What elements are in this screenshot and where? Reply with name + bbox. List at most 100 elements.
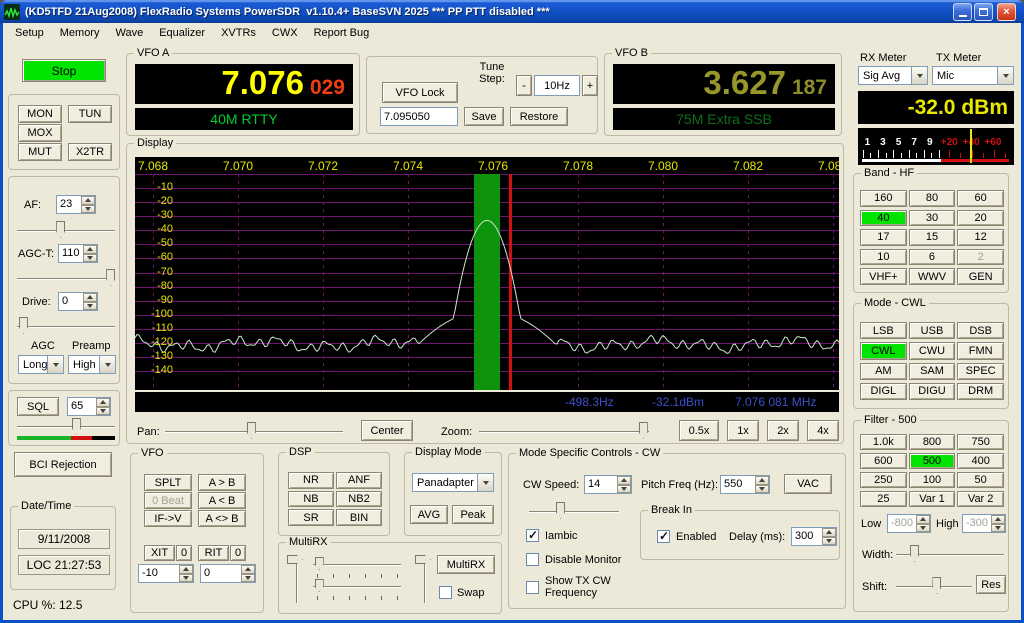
split-button[interactable]: SPLT xyxy=(144,474,192,491)
filter-50-button[interactable]: 50 xyxy=(957,472,1004,488)
agc-combo[interactable]: Long xyxy=(18,355,64,374)
multirx-pan-slider-right[interactable] xyxy=(415,555,432,603)
menu-cwx[interactable]: CWX xyxy=(264,24,306,42)
mode-sam-button[interactable]: SAM xyxy=(908,362,956,380)
band-wwv-button[interactable]: WWV xyxy=(908,268,956,285)
band-12-button[interactable]: 12 xyxy=(957,229,1004,246)
filter-shift-slider[interactable] xyxy=(896,577,972,594)
multirx-pan-slider-left[interactable] xyxy=(287,555,304,603)
pitch-freq-spinner[interactable]: 550 xyxy=(720,475,770,494)
dsp-sr-button[interactable]: SR xyxy=(288,509,334,526)
a-to-b-button[interactable]: A > B xyxy=(198,474,246,491)
mode-cwu-button[interactable]: CWU xyxy=(908,342,956,360)
dsp-anf-button[interactable]: ANF xyxy=(336,472,382,489)
band-15-button[interactable]: 15 xyxy=(908,229,956,246)
dsp-bin-button[interactable]: BIN xyxy=(336,509,382,526)
mode-fmn-button[interactable]: FMN xyxy=(957,342,1004,360)
filter-500-button[interactable]: 500 xyxy=(908,453,956,469)
spin-down-button[interactable] xyxy=(83,253,97,262)
b-to-a-button[interactable]: A < B xyxy=(198,492,246,509)
spin-up-button[interactable] xyxy=(617,476,631,485)
show-tx-cw-checkbox[interactable] xyxy=(526,581,539,594)
af-spinner[interactable]: 23 xyxy=(56,195,96,214)
zoom-05x-button[interactable]: 0.5x xyxy=(679,420,719,441)
filter-750-button[interactable]: 750 xyxy=(957,434,1004,450)
agct-slider-thumb[interactable] xyxy=(106,269,116,286)
band-40-button[interactable]: 40 xyxy=(860,209,907,227)
spin-down-button[interactable] xyxy=(241,573,255,582)
bci-rejection-button[interactable]: BCI Rejection xyxy=(14,452,112,477)
band-2-button[interactable]: 2 xyxy=(957,248,1004,266)
tx-meter-combo[interactable]: Mic xyxy=(932,66,1014,85)
mode-spec-button[interactable]: SPEC xyxy=(957,362,1004,380)
combo-arrow-icon[interactable] xyxy=(477,474,493,491)
spin-up-button[interactable] xyxy=(991,515,1005,524)
filter-250-button[interactable]: 250 xyxy=(860,472,907,488)
a-swap-b-button[interactable]: A <> B xyxy=(198,510,246,527)
vslider-thumb[interactable] xyxy=(287,555,303,564)
tune-step-down-button[interactable]: - xyxy=(516,75,532,96)
spin-down-button[interactable] xyxy=(991,523,1005,532)
band-60-button[interactable]: 60 xyxy=(957,190,1004,207)
iambic-checkbox[interactable] xyxy=(526,528,539,542)
x2tr-button[interactable]: X2TR xyxy=(68,143,112,161)
band-20-button[interactable]: 20 xyxy=(957,209,1004,227)
xit-zero-button[interactable]: 0 xyxy=(176,545,192,561)
cw-speed-slider[interactable] xyxy=(529,502,619,519)
spin-up-button[interactable] xyxy=(83,293,97,302)
band-gen-button[interactable]: GEN xyxy=(957,268,1004,285)
spin-down-button[interactable] xyxy=(81,204,95,213)
vfo-lock-button[interactable]: VFO Lock xyxy=(382,82,458,103)
mox-button[interactable]: MOX xyxy=(18,124,62,142)
zoom-2x-button[interactable]: 2x xyxy=(767,420,799,441)
xit-spinner[interactable]: -10 xyxy=(138,564,194,583)
band-vhf-button[interactable]: VHF+ xyxy=(860,268,907,285)
mon-button[interactable]: MON xyxy=(18,105,62,123)
vfo-a-frequency-display[interactable]: 7.076 029 xyxy=(135,64,353,104)
zoom-slider[interactable] xyxy=(479,422,649,439)
mode-usb-button[interactable]: USB xyxy=(908,322,956,340)
slider-thumb[interactable] xyxy=(314,579,324,592)
mut-button[interactable]: MUT xyxy=(18,143,62,161)
minimize-button[interactable] xyxy=(953,3,972,21)
band-80-button[interactable]: 80 xyxy=(908,190,956,207)
drive-slider-thumb[interactable] xyxy=(18,317,28,334)
mode-am-button[interactable]: AM xyxy=(860,362,907,380)
restore-button[interactable]: Restore xyxy=(510,107,568,126)
drive-slider[interactable] xyxy=(17,317,115,334)
spin-down-button[interactable] xyxy=(916,523,930,532)
memory-frequency-input[interactable]: 7.095050 xyxy=(380,107,458,126)
spin-up-button[interactable] xyxy=(179,565,193,574)
band-10-button[interactable]: 10 xyxy=(860,248,907,266)
drive-spinner[interactable]: 0 xyxy=(58,292,98,311)
multirx-button[interactable]: MultiRX xyxy=(437,555,495,574)
zoom-1x-button[interactable]: 1x xyxy=(727,420,759,441)
dsp-nb2-button[interactable]: NB2 xyxy=(336,490,382,508)
cw-speed-spinner[interactable]: 14 xyxy=(584,475,632,494)
spin-down-button[interactable] xyxy=(617,484,631,493)
spin-down-button[interactable] xyxy=(83,301,97,310)
zoom-4x-button[interactable]: 4x xyxy=(807,420,839,441)
filter-low-spinner[interactable]: -800 xyxy=(887,514,931,533)
menu-wave[interactable]: Wave xyxy=(107,24,151,42)
band-160-button[interactable]: 160 xyxy=(860,190,907,207)
combo-arrow-icon[interactable] xyxy=(911,67,927,84)
spin-up-button[interactable] xyxy=(822,528,836,537)
display-mode-combo[interactable]: Panadapter xyxy=(412,473,494,492)
sql-spinner[interactable]: 65 xyxy=(67,397,111,416)
vslider-thumb[interactable] xyxy=(415,555,431,564)
cw-speed-slider-thumb[interactable] xyxy=(556,502,565,519)
rit-button[interactable]: RIT xyxy=(198,545,229,561)
rx-meter-combo[interactable]: Sig Avg xyxy=(858,66,928,85)
mode-cwl-button[interactable]: CWL xyxy=(860,342,907,360)
multirx-gain-slider-2[interactable] xyxy=(313,579,401,593)
spin-down-button[interactable] xyxy=(755,484,769,493)
spin-up-button[interactable] xyxy=(83,245,97,254)
panadapter-display[interactable]: 7.068 7.070 7.072 7.074 7.076 7.078 7.080 7.082… xyxy=(135,157,839,390)
band-17-button[interactable]: 17 xyxy=(860,229,907,246)
vfo-b-frequency-display[interactable]: 3.627 187 xyxy=(613,64,835,104)
dsp-nr-button[interactable]: NR xyxy=(288,472,334,489)
close-button[interactable]: × xyxy=(997,3,1016,21)
filter-width-slider[interactable] xyxy=(896,545,1004,562)
sql-button[interactable]: SQL xyxy=(17,397,59,416)
